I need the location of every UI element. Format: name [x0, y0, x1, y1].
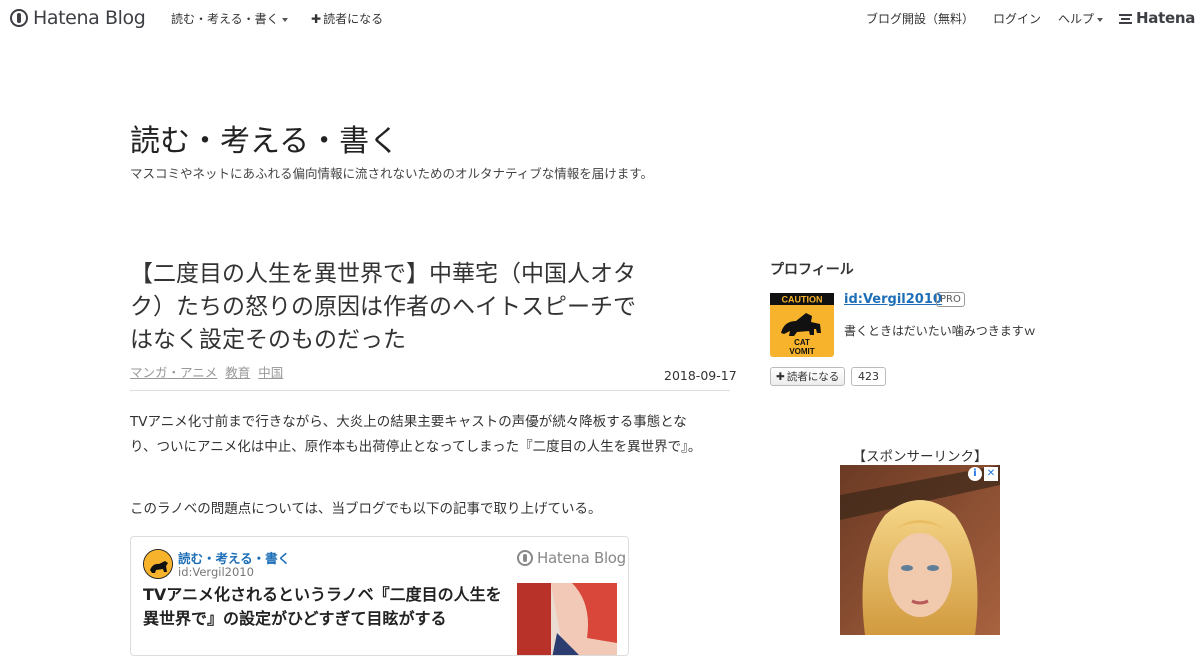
login-link[interactable]: ログイン [993, 10, 1041, 27]
category-link[interactable]: 教育 [225, 365, 250, 380]
hatena-blog-brand-link[interactable]: Hatena Blog [10, 7, 146, 29]
hatena-blog-logo-icon [517, 550, 533, 566]
blog-description: マスコミやネットにあふれる偏向情報に流されないためのオルタナティブな情報を届けま… [130, 166, 654, 181]
embed-entry-title[interactable]: TVアニメ化されるというラノベ『二度目の人生を異世界で』の設定がひどすぎて目眩が… [143, 583, 503, 631]
pro-badge: PRO [936, 292, 965, 307]
entry-categories: マンガ・アニメ 教育 中国 [130, 362, 287, 381]
embedded-entry-card[interactable]: 読む・考える・書く id:Vergil2010 Hatena Blog TVアニ… [130, 536, 629, 656]
embed-brand-text: Hatena Blog [537, 549, 626, 567]
profile-avatar[interactable]: CAUTION CAT VOMIT [770, 293, 834, 357]
profile-icon-caution-text: CAUTION [782, 295, 823, 305]
blog-menu-dropdown[interactable]: 読む・考える・書く [171, 10, 288, 27]
blog-title[interactable]: 読む・考える・書く [130, 116, 399, 160]
embed-blog-avatar [143, 549, 173, 579]
embed-hatena-blog-brand: Hatena Blog [517, 549, 626, 567]
ad-controls: i ✕ [968, 467, 998, 481]
embed-user-id: id:Vergil2010 [178, 565, 254, 579]
category-link[interactable]: マンガ・アニメ [130, 365, 217, 380]
profile-heading: プロフィール [770, 262, 854, 278]
subscribe-sidebar-label: 読者になる [786, 371, 840, 383]
profile-icon-vomit-text: VOMIT [789, 347, 814, 356]
subscribe-header-label: 読者になる [323, 12, 384, 26]
profile-description: 書くときはだいたい噛みつきますｗ [844, 324, 1036, 338]
embed-thumbnail-image [517, 583, 617, 655]
subscribe-sidebar-button[interactable]: ✚ 読者になる [770, 367, 846, 386]
ad-close-icon[interactable]: ✕ [984, 467, 998, 481]
advertisement-banner[interactable]: i ✕ [840, 465, 1000, 635]
subscribe-header-button[interactable]: ✚ 読者になる [311, 10, 383, 27]
global-header: Hatena Blog 読む・考える・書く ✚ 読者になる ブログ開設（無料） ロ… [0, 0, 1200, 36]
entry-paragraph: TVアニメ化寸前まで行きながら、大炎上の結果主要キャストの声優が続々降板する事態… [130, 414, 702, 455]
profile-icon-cat-text: CAT [794, 338, 810, 347]
caret-down-icon [281, 17, 288, 22]
ad-info-icon[interactable]: i [968, 467, 982, 481]
hatena-blog-logo-icon [10, 9, 28, 27]
blog-menu-label: 読む・考える・書く [171, 12, 279, 26]
plus-icon: ✚ [776, 370, 785, 383]
hatena-menu-icon [1119, 13, 1132, 24]
help-dropdown[interactable]: ヘルプ [1058, 10, 1104, 27]
entry-title[interactable]: 【二度目の人生を異世界で】中華宅（中国人オタク）たちの怒りの原因は作者のヘイトス… [130, 258, 640, 357]
open-blog-link[interactable]: ブログ開設（無料） [866, 10, 974, 27]
hatena-blog-brand-text: Hatena Blog [33, 7, 146, 29]
plus-icon: ✚ [311, 12, 322, 26]
help-label: ヘルプ [1058, 12, 1095, 26]
entry-divider [130, 390, 730, 391]
profile-id-link[interactable]: id:Vergil2010 [844, 292, 942, 307]
caret-down-icon [1097, 17, 1104, 22]
hatena-logo-text: Hatena [1136, 9, 1196, 27]
category-link[interactable]: 中国 [258, 365, 283, 380]
hatena-logo-link[interactable]: Hatena [1119, 9, 1195, 27]
ad-image [840, 465, 1000, 635]
entry-date[interactable]: 2018-09-17 [664, 368, 737, 383]
subscriber-count: 423 [851, 367, 886, 386]
entry-paragraph: このラノベの問題点については、当ブログでも以下の記事で取り上げている。 [130, 501, 602, 517]
sponsor-heading: 【スポンサーリンク】 [852, 449, 988, 465]
